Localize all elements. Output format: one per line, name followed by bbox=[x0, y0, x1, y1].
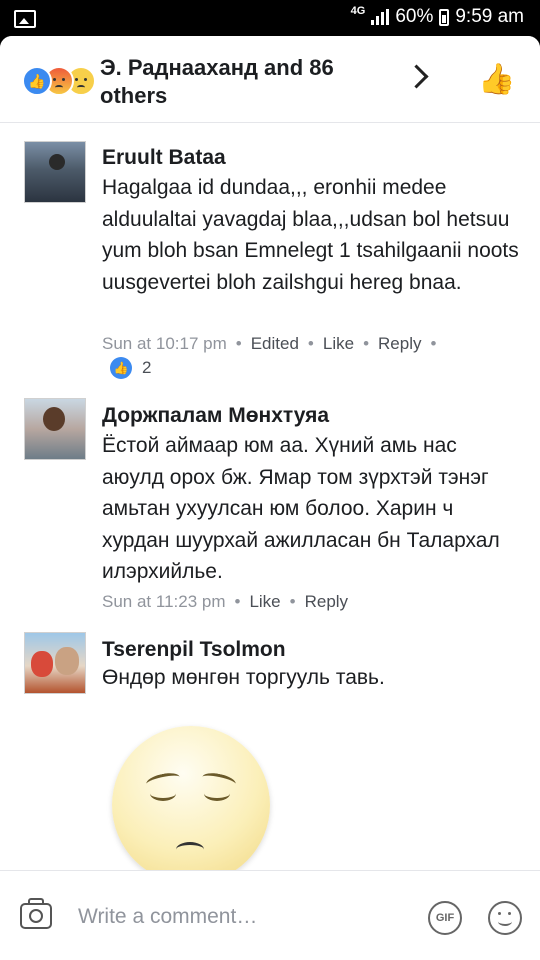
reactions-summary[interactable]: Э. Раднааханд and 86 others bbox=[100, 54, 370, 110]
reactions-header: 👍 Э. Раднааханд and 86 others 👍 bbox=[0, 36, 540, 123]
battery-icon bbox=[439, 8, 450, 26]
status-icons: 4G 60% 9:59 am bbox=[350, 5, 524, 28]
gif-button[interactable]: GIF bbox=[428, 901, 462, 935]
comment-input[interactable]: Write a comment… bbox=[78, 905, 257, 929]
reaction-icons[interactable]: 👍 bbox=[22, 66, 102, 96]
like-reaction-icon: 👍 bbox=[22, 66, 52, 96]
reply-link[interactable]: Reply bbox=[305, 592, 348, 611]
sticker-icon[interactable] bbox=[488, 901, 522, 935]
clock: 9:59 am bbox=[455, 6, 524, 27]
comment-composer: Write a comment… GIF bbox=[0, 870, 540, 960]
status-bar: 4G 60% 9:59 am bbox=[0, 0, 540, 36]
like-count-value: 2 bbox=[142, 358, 152, 377]
like-link[interactable]: Like bbox=[249, 592, 280, 611]
comment-author[interactable]: Tserenpil Tsolmon bbox=[102, 638, 286, 662]
comment-text: Hagalgaa id dundaa,,, eronhii medee aldu… bbox=[102, 176, 519, 294]
like-link[interactable]: Like bbox=[323, 334, 354, 353]
comment-text: Ёстой аймаар юм аа. Хүний амь нас аюулд … bbox=[102, 434, 500, 583]
comment-text: Өндөр мөнгөн торгууль тавь. bbox=[102, 666, 385, 689]
chevron-right-icon[interactable] bbox=[404, 64, 429, 89]
comment-time[interactable]: Sun at 11:23 pm bbox=[102, 592, 226, 611]
gallery-notification-icon bbox=[14, 10, 36, 28]
sad-face-sticker bbox=[112, 726, 270, 884]
network-type: 4G bbox=[350, 5, 366, 17]
camera-icon[interactable] bbox=[20, 898, 52, 929]
comment-time[interactable]: Sun at 10:17 pm bbox=[102, 334, 227, 353]
comment-meta: Sun at 11:23 pm • Like • Reply bbox=[102, 592, 349, 611]
signal-icon bbox=[371, 9, 390, 25]
like-thumb-icon[interactable]: 👍 bbox=[478, 62, 515, 97]
edited-label[interactable]: Edited bbox=[251, 334, 299, 353]
comment-author[interactable]: Eruult Bataa bbox=[102, 146, 226, 170]
reply-link[interactable]: Reply bbox=[378, 334, 421, 353]
comment-author[interactable]: Доржпалам Мөнхтуяа bbox=[102, 404, 329, 428]
avatar[interactable] bbox=[24, 141, 86, 203]
like-icon: 👍 bbox=[110, 357, 132, 379]
comments-sheet: 👍 Э. Раднааханд and 86 others 👍 Eruult B… bbox=[0, 36, 540, 960]
avatar[interactable] bbox=[24, 632, 86, 694]
battery-percent: 60% bbox=[395, 6, 434, 27]
comment-like-count[interactable]: 👍 2 bbox=[110, 357, 151, 379]
avatar[interactable] bbox=[24, 398, 86, 460]
comment-meta: Sun at 10:17 pm • Edited • Like • Reply • bbox=[102, 334, 437, 353]
